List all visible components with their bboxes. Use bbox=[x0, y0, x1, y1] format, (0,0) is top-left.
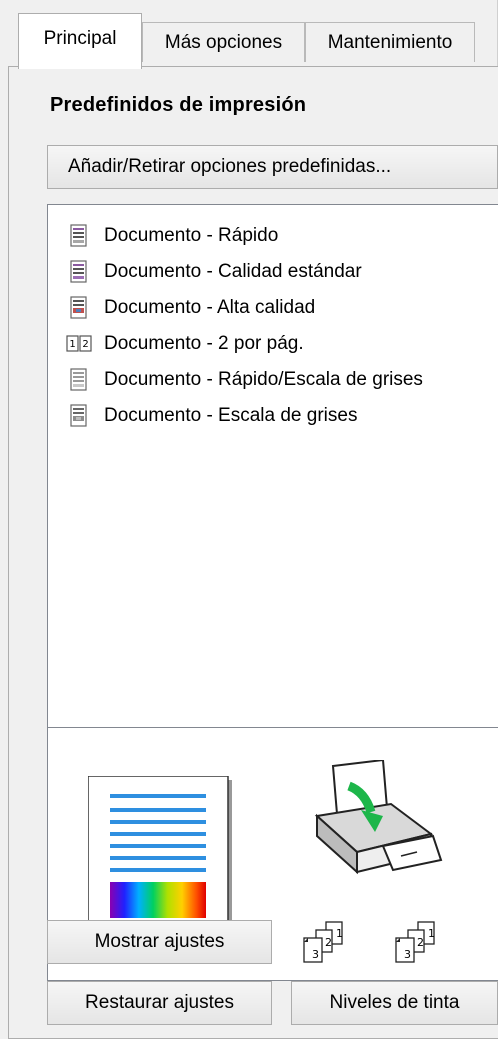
svg-text:1: 1 bbox=[69, 339, 75, 350]
document-fast-icon bbox=[66, 223, 92, 249]
tab-maintenance[interactable]: Mantenimiento bbox=[305, 22, 475, 62]
collate-pages-icon: 1 2 3 bbox=[298, 920, 358, 975]
preset-label: Documento - Rápido/Escala de grises bbox=[104, 369, 423, 390]
collate-digit: 1 bbox=[336, 927, 343, 940]
list-item[interactable]: Documento - Calidad estándar bbox=[66, 255, 362, 289]
collate-digit: 1 bbox=[428, 927, 435, 940]
preset-label: Documento - Alta calidad bbox=[104, 297, 316, 318]
preset-label: Documento - Calidad estándar bbox=[104, 261, 362, 282]
two-pages-per-sheet-icon: 1 2 bbox=[66, 331, 92, 357]
list-item[interactable]: Documento - Rápido bbox=[66, 219, 278, 253]
tab-more-options[interactable]: Más opciones bbox=[142, 22, 305, 62]
collate-digit: 3 bbox=[404, 948, 411, 961]
list-item[interactable]: Documento - Alta calidad bbox=[66, 291, 315, 325]
list-item[interactable]: Documento - Rápido/Escala de grises bbox=[66, 363, 423, 397]
collate-pages-icon: 1 2 3 bbox=[390, 920, 450, 975]
collate-digit: 2 bbox=[417, 936, 424, 949]
add-remove-presets-button[interactable]: Añadir/Retirar opciones predefinidas... bbox=[47, 145, 498, 189]
document-grayscale-icon bbox=[66, 403, 92, 429]
document-high-quality-icon bbox=[66, 295, 92, 321]
restore-settings-button[interactable]: Restaurar ajustes bbox=[47, 981, 272, 1025]
show-settings-button[interactable]: Mostrar ajustes bbox=[47, 920, 272, 964]
presets-list[interactable]: Documento - Rápido Documento - Calidad e… bbox=[47, 204, 498, 728]
preset-label: Documento - Rápido bbox=[104, 225, 279, 246]
list-item[interactable]: Documento - Escala de grises bbox=[66, 399, 357, 433]
preset-label: Documento - Escala de grises bbox=[104, 405, 358, 426]
document-standard-icon bbox=[66, 259, 92, 285]
collate-digit: 3 bbox=[312, 948, 319, 961]
list-item[interactable]: 1 2 Documento - 2 por pág. bbox=[66, 327, 304, 361]
document-fast-grayscale-icon bbox=[66, 367, 92, 393]
collate-digit: 2 bbox=[325, 936, 332, 949]
printer-paper-feed-icon bbox=[313, 758, 443, 885]
preset-label: Documento - 2 por pág. bbox=[104, 333, 304, 354]
ink-levels-button[interactable]: Niveles de tinta bbox=[291, 981, 498, 1025]
presets-heading: Predefinidos de impresión bbox=[50, 94, 307, 116]
svg-text:2: 2 bbox=[82, 339, 88, 350]
tab-principal[interactable]: Principal bbox=[18, 13, 142, 69]
